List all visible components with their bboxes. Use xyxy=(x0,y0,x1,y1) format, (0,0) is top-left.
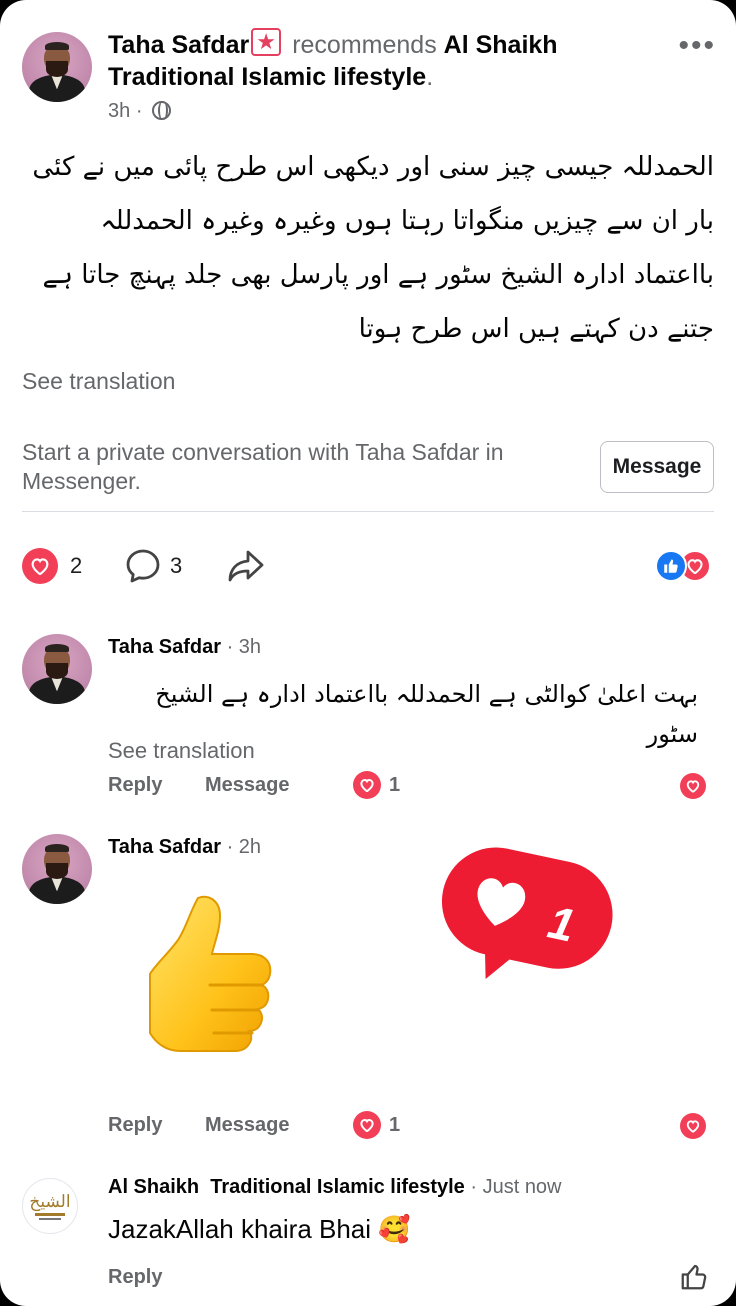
comment-author[interactable]: Taha Safdar xyxy=(108,636,221,658)
post-text: الحمدللہ جیسی چیز سنی اور دیکھی اس طرح پ… xyxy=(32,152,714,344)
comment-reaction-count[interactable]: 1 xyxy=(353,771,400,799)
reaction-count-text: 1 xyxy=(389,773,401,796)
share-icon xyxy=(228,550,264,582)
top-fan-star-icon: ★ xyxy=(251,28,282,56)
heart-notification-bubble-icon: 1 xyxy=(441,847,613,980)
comment-actions: Reply xyxy=(108,1262,205,1292)
like-reaction-icon xyxy=(655,550,687,582)
comment-actions: Reply Message 1 xyxy=(108,1110,400,1140)
share-action[interactable] xyxy=(226,547,266,585)
comment-author[interactable]: Taha Safdar xyxy=(108,836,221,858)
private-conversation-text: Start a private conversation with Taha S… xyxy=(22,439,504,494)
page-avatar[interactable]: الشیخ xyxy=(22,1178,78,1234)
post-time[interactable]: 3h xyxy=(108,100,130,122)
comment-count: 3 xyxy=(170,553,183,578)
like-action[interactable]: 2 xyxy=(22,547,82,585)
heart-reaction-icon xyxy=(22,548,58,584)
page-logo-icon: الشیخ xyxy=(29,1191,71,1212)
like-count: 2 xyxy=(70,553,83,578)
author-name[interactable]: Taha Safdar xyxy=(108,31,249,59)
comment-message-button[interactable]: Message xyxy=(205,1114,353,1137)
post-card: Taha Safdar ★ recommends Al Shaikh Tradit… xyxy=(0,0,736,1306)
reaction-count-text: 1 xyxy=(389,1113,401,1136)
comment-header: Taha Safdar · 3h xyxy=(108,636,261,659)
see-translation-link[interactable]: See translation xyxy=(22,368,175,395)
comment-actions: Reply Message 1 xyxy=(108,770,400,800)
comment-header: Taha Safdar · 2h xyxy=(108,836,261,859)
comment-avatar[interactable] xyxy=(22,834,92,904)
thumbs-up-sticker-icon xyxy=(149,895,272,1052)
comment-time[interactable]: · 3h xyxy=(227,636,261,658)
comment-see-translation[interactable]: See translation xyxy=(108,738,255,764)
comment-reaction-count[interactable]: 1 xyxy=(353,1111,400,1139)
comment-action[interactable]: 3 xyxy=(124,547,182,585)
comment-author[interactable]: Al Shaikh Traditional Islamic lifestyle xyxy=(108,1176,465,1198)
comment-avatar[interactable] xyxy=(22,634,92,704)
comment-header: Al Shaikh Traditional Islamic lifestyle … xyxy=(108,1176,562,1199)
globe-icon xyxy=(152,101,172,120)
reply-button[interactable]: Reply xyxy=(108,1114,205,1137)
comment-message-button[interactable]: Message xyxy=(205,774,353,797)
divider xyxy=(22,511,714,512)
recommends-verb: recommends xyxy=(292,31,437,59)
comment-time[interactable]: · 2h xyxy=(227,836,261,858)
like-thumb-icon[interactable] xyxy=(679,1262,709,1292)
post-header: Taha Safdar ★ recommends Al Shaikh Tradit… xyxy=(108,28,558,91)
comment-time[interactable]: · Just now xyxy=(470,1176,561,1198)
message-button[interactable]: Message xyxy=(600,441,714,493)
reactions-summary[interactable] xyxy=(655,547,711,585)
heart-reaction-icon xyxy=(353,771,381,799)
post-meta: 3h · xyxy=(108,100,172,123)
author-avatar[interactable] xyxy=(22,32,92,102)
comment-react-heart-icon[interactable] xyxy=(680,773,706,799)
comment-react-heart-icon[interactable] xyxy=(680,1113,706,1139)
reply-button[interactable]: Reply xyxy=(108,774,205,797)
meta-separator: · xyxy=(135,100,143,122)
heart-reaction-icon xyxy=(353,1111,381,1139)
comment-icon xyxy=(126,549,160,583)
comment-text: JazakAllah khaira Bhai 🥰 xyxy=(108,1214,411,1244)
reply-button[interactable]: Reply xyxy=(108,1266,205,1289)
more-options-icon[interactable]: ••• xyxy=(678,31,716,61)
